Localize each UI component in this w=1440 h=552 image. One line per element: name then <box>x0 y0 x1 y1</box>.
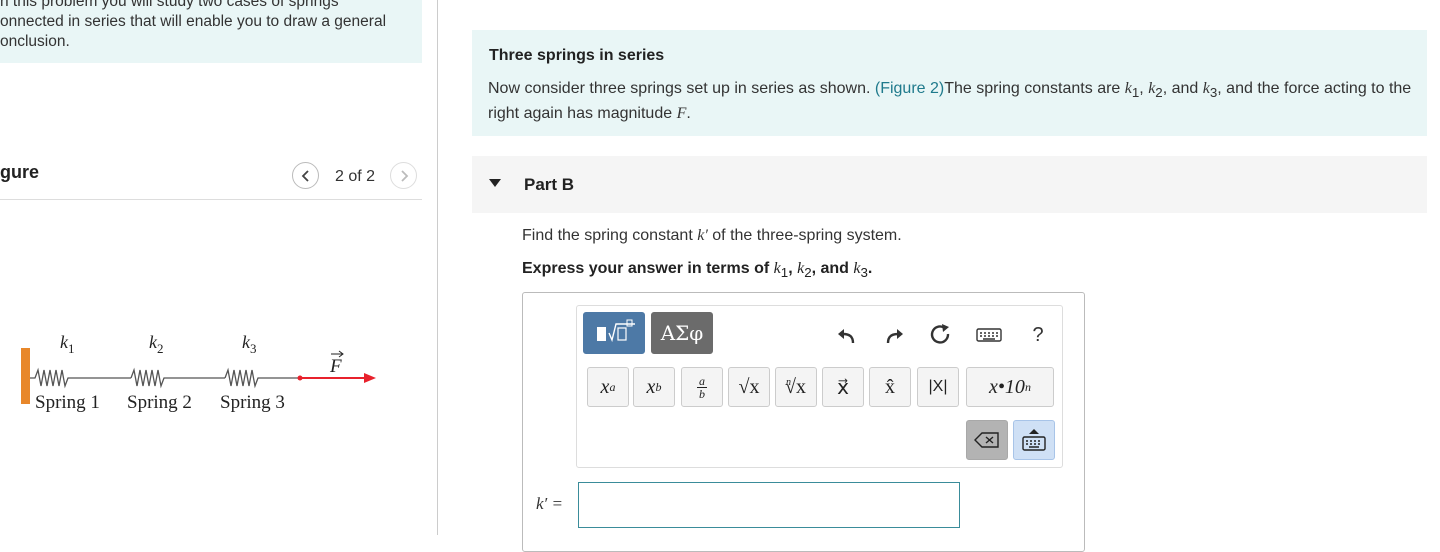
label-spring-1: Spring 1 <box>35 392 100 413</box>
force-arrow-head <box>364 373 376 383</box>
label-spring-3: Spring 3 <box>220 392 285 413</box>
next-figure-button[interactable] <box>390 162 417 189</box>
figure-divider <box>0 199 422 200</box>
undo-icon[interactable] <box>831 320 861 350</box>
figure-page-count: 2 of 2 <box>335 168 376 185</box>
collapse-caret-icon[interactable] <box>489 179 501 187</box>
templates-button[interactable] <box>583 312 645 354</box>
wall <box>21 348 30 404</box>
label-k3: k3 <box>242 332 257 356</box>
keyboard-shortcuts-icon[interactable] <box>974 320 1004 350</box>
part-b-header[interactable] <box>472 156 1427 213</box>
previous-figure-button[interactable] <box>292 162 319 189</box>
intro-text: n this problem you will study two cases … <box>0 0 387 50</box>
label-k1: k1 <box>60 332 75 356</box>
answer-label: k′ = <box>536 494 563 513</box>
reset-icon[interactable] <box>926 320 956 350</box>
vector-button[interactable]: x⃗ <box>822 367 864 407</box>
label-spring-2: Spring 2 <box>127 392 192 413</box>
panel-divider <box>437 0 438 535</box>
question-text: Find the spring constant k′ of the three… <box>522 227 902 244</box>
spring-coils <box>30 367 300 389</box>
springs-figure: k1 k2 k3 F Spring 1 Spring 2 Spring 3 <box>21 332 376 413</box>
unit-vector-button[interactable]: x̂ <box>869 367 911 407</box>
subscript-button[interactable]: xb <box>633 367 675 407</box>
description-title: Three springs in series <box>489 47 665 64</box>
redo-icon[interactable] <box>880 320 910 350</box>
abs-button[interactable]: |X| <box>917 367 959 407</box>
figure-title: gure <box>0 162 40 182</box>
label-k2: k2 <box>149 332 164 356</box>
fraction-button[interactable]: ab <box>681 367 723 407</box>
label-force: F <box>329 356 342 377</box>
description-text: Now consider three springs set up in ser… <box>488 80 1412 123</box>
chevron-left-icon <box>301 169 309 182</box>
part-b-title: Part B <box>524 175 575 194</box>
chevron-right-icon <box>400 169 408 182</box>
keyboard-toggle-icon[interactable] <box>1013 420 1055 460</box>
superscript-button[interactable]: xa <box>587 367 629 407</box>
sqrt-button[interactable]: √x <box>728 367 770 407</box>
sci-notation-button[interactable]: x•10 n <box>966 367 1054 407</box>
instruction-text: Express your answer in terms of k1, k2, … <box>522 260 873 281</box>
help-button[interactable]: ? <box>1023 320 1053 350</box>
figure-2-link[interactable]: (Figure 2) <box>875 80 944 97</box>
templates-icon <box>597 319 635 343</box>
nth-root-button[interactable]: n √x <box>775 367 817 407</box>
force-origin-dot <box>297 375 303 381</box>
backspace-icon[interactable] <box>966 420 1008 460</box>
greek-symbols-button[interactable]: ΑΣφ <box>651 312 713 354</box>
answer-input[interactable] <box>578 482 960 528</box>
